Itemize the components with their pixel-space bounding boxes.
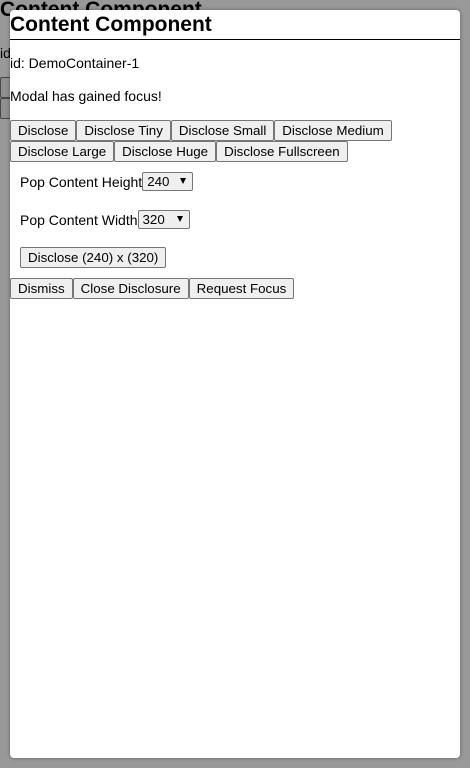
pop-content-width-label: Pop Content Width: [20, 211, 138, 228]
disclose-size-buttons: Disclose Disclose Tiny Disclose Small Di…: [10, 120, 410, 162]
chevron-down-icon: [180, 178, 187, 184]
disclose-small-button[interactable]: Disclose Small: [170, 120, 275, 141]
modal-action-buttons: Dismiss Close Disclosure Request Focus: [10, 278, 410, 299]
modal-dialog: Content Component id: DemoContainer-1 Mo…: [10, 10, 460, 758]
pop-content-height-row: Pop Content Height 240: [20, 171, 460, 192]
modal-title: Content Component: [10, 13, 212, 36]
disclose-huge-button[interactable]: Disclose Huge: [114, 141, 217, 162]
dismiss-button[interactable]: Dismiss: [10, 278, 73, 299]
container-id-text: id: DemoContainer-1: [10, 55, 140, 71]
disclose-tiny-button[interactable]: Disclose Tiny: [76, 120, 171, 141]
request-focus-button[interactable]: Request Focus: [188, 278, 295, 299]
disclose-custom-size-button[interactable]: Disclose (240) x (320): [20, 247, 167, 268]
pop-content-width-select[interactable]: 320: [137, 210, 190, 229]
pop-content-width-row: Pop Content Width 320: [20, 209, 460, 230]
chevron-down-icon: [176, 216, 183, 222]
disclose-medium-button[interactable]: Disclose Medium: [274, 120, 392, 141]
close-disclosure-button[interactable]: Close Disclosure: [72, 278, 189, 299]
pop-content-settings: Pop Content Height 240 Pop Content Width…: [10, 171, 460, 268]
pop-content-height-label: Pop Content Height: [20, 173, 143, 190]
pop-content-height-value: 240: [147, 174, 170, 189]
pop-content-width-value: 320: [142, 212, 165, 227]
focus-message: Modal has gained focus!: [10, 88, 162, 104]
disclose-fullscreen-button[interactable]: Disclose Fullscreen: [216, 141, 348, 162]
modal-header: Content Component: [10, 10, 460, 40]
custom-disclose-row: Disclose (240) x (320): [20, 247, 460, 268]
pop-content-height-select[interactable]: 240: [142, 172, 194, 191]
disclose-large-button[interactable]: Disclose Large: [10, 141, 115, 162]
disclose-button[interactable]: Disclose: [10, 120, 77, 141]
